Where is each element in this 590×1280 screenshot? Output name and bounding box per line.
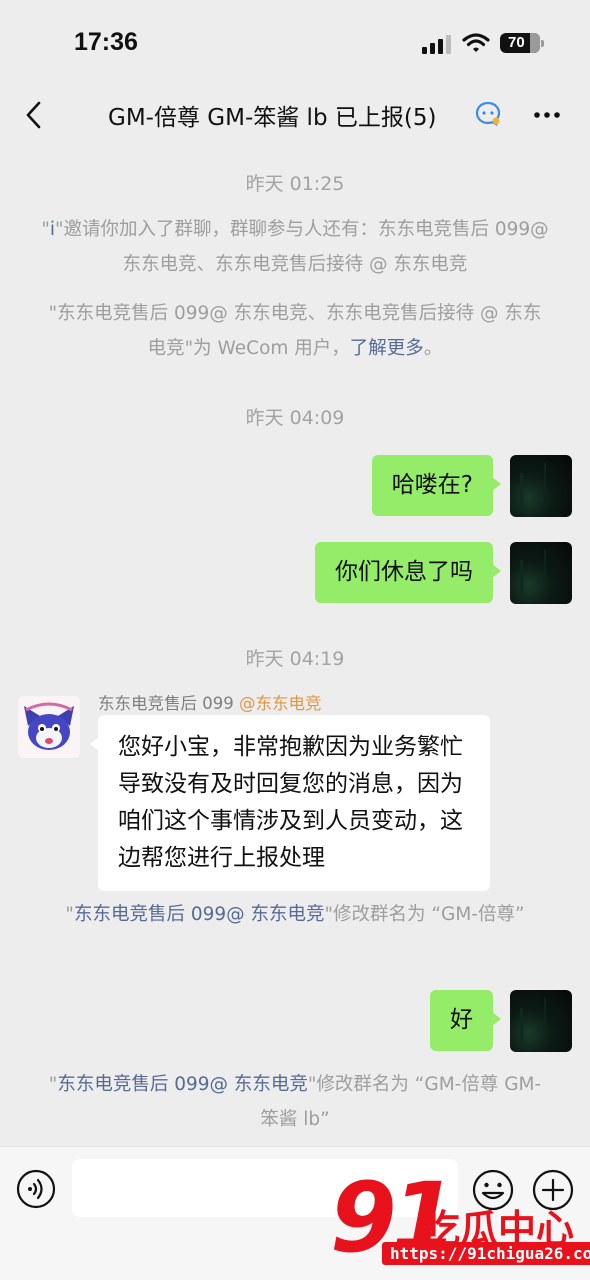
learn-more-link[interactable]: 了解更多 [350,338,424,359]
avatar[interactable] [510,542,572,604]
mascot-icon [18,696,80,758]
wecom-icon [475,101,501,126]
battery-level: 70 [508,34,525,51]
back-arrow-icon[interactable] [20,98,50,132]
member-link[interactable]: 东东电竞售后 099@ 东东电竞 [57,1074,308,1095]
member-link[interactable]: 东东电竞售后 099@ 东东电竞 [74,904,325,925]
message-bubble-incoming[interactable]: 您好小宝，非常抱歉因为业务繁忙导致没有及时回复您的消息，因为咱们这个事情涉及到人… [90,715,490,891]
status-bar: 17:36 70 [0,0,590,86]
avatar[interactable] [510,455,572,517]
system-message-rename: "东东电竞售后 099@ 东东电竞"修改群名为 “GM-倍尊 GM-笨酱 lb” [48,1074,542,1130]
sender-name: 东东电竞售后 099 @东东电竞 [98,694,322,713]
timestamp: 昨天 04:09 [245,407,345,429]
voice-icon[interactable] [16,1169,56,1209]
system-message-rename: "东东电竞售后 099@ 东东电竞"修改群名为 “GM-倍尊” [65,904,525,925]
chat-title[interactable]: GM-倍尊 GM-笨酱 lb 已上报(5) [108,98,436,132]
avatar[interactable] [18,696,80,758]
sender-org: @东东电竞 [239,694,322,713]
more-options-icon[interactable] [530,98,564,132]
battery-icon: 70 [500,33,544,53]
message-bubble-outgoing[interactable]: 哈喽在? [371,455,502,516]
nav-bar: GM-倍尊 GM-笨酱 lb 已上报(5) [0,86,590,144]
timestamp: 昨天 01:25 [245,173,345,195]
status-time: 17:36 [74,28,138,56]
wifi-icon [462,33,490,52]
watermark: 91 吃瓜中心 https://91chigua26.com [330,1168,590,1272]
watermark-url: https://91chigua26.com [382,1242,590,1265]
avatar[interactable] [510,990,572,1052]
system-message-wecom: "东东电竞售后 099@ 东东电竞、东东电竞售后接待 @ 东东电竞"为 WeCo… [48,303,542,359]
system-message-invite: "i"邀请你加入了群聊，群聊参与人还有：东东电竞售后 099@东东电竞、东东电竞… [41,219,549,275]
cellular-signal-icon [422,35,451,54]
message-bubble-outgoing[interactable]: 你们休息了吗 [315,542,501,603]
timestamp: 昨天 04:19 [245,648,345,670]
message-bubble-outgoing[interactable]: 好 [430,990,501,1051]
